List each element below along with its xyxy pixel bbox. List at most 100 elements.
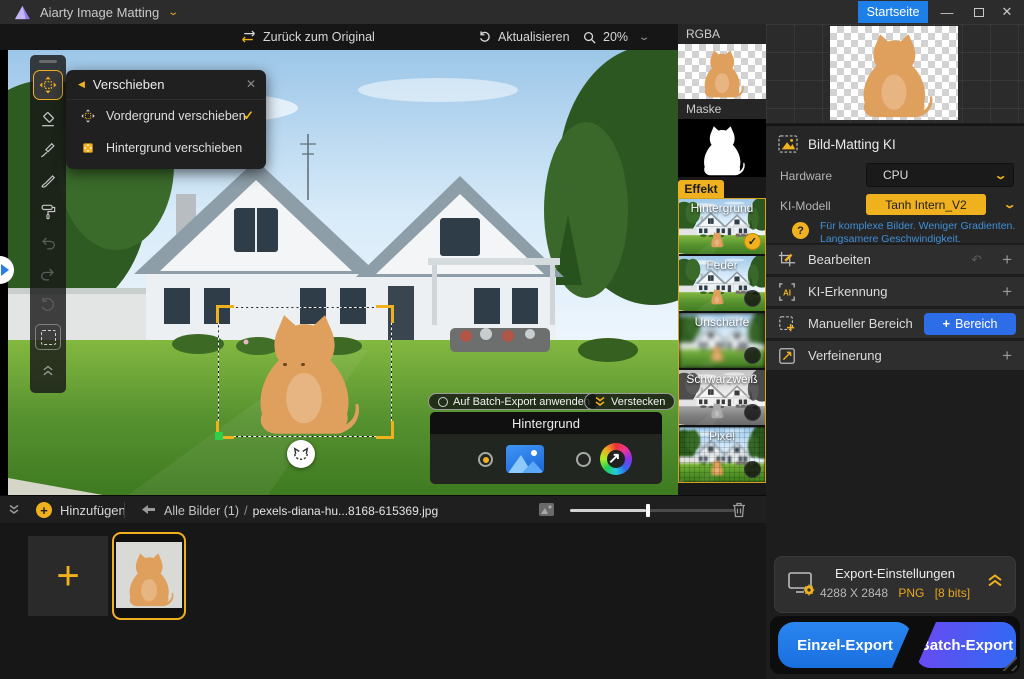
effect-tab[interactable]: Effekt (678, 180, 724, 198)
undo-icon[interactable]: ↶ (971, 252, 982, 268)
expand-plus-icon[interactable]: + (1002, 282, 1012, 302)
effect-select-circle[interactable] (744, 404, 761, 421)
minimize-button[interactable]: — (932, 0, 962, 24)
cat-eye (301, 363, 305, 366)
chevron-down-icon: ⌄ (993, 169, 1007, 182)
maximize-icon (974, 8, 984, 17)
matting-icon (778, 135, 798, 153)
selection-corner[interactable] (376, 305, 394, 323)
bereich-button[interactable]: + Bereich (924, 313, 1016, 335)
rgba-label: RGBA (678, 24, 766, 44)
toolbar-grip[interactable] (39, 60, 57, 63)
slider-thumb[interactable] (646, 504, 650, 517)
expand-plus-icon[interactable]: + (1002, 346, 1012, 366)
close-button[interactable]: ✕ (992, 0, 1022, 24)
svg-text:AI: AI (783, 288, 791, 297)
breadcrumb-all-images[interactable]: Alle Bilder (1) (164, 504, 239, 518)
matting-title: Bild-Matting KI (808, 137, 896, 152)
export-settings-summary: 4288 X 2848 PNG [8 bits] (775, 586, 1015, 600)
color-background-radio[interactable] (576, 452, 591, 467)
breadcrumb: Alle Bilder (1) / pexels-diana-hu...8168… (164, 503, 438, 518)
double-chevron-down-icon (594, 396, 606, 407)
canvas-area: Zurück zum Original Aktualisieren 20% ⌄ (0, 24, 678, 495)
app-window: Aiarty Image Matting ⌄ Startseite — ✕ Zu… (0, 0, 1024, 679)
refresh-button[interactable]: Aktualisieren (478, 24, 570, 50)
home-button[interactable]: Startseite (858, 1, 928, 23)
eraser-tool-button[interactable] (36, 107, 60, 131)
result-preview-image[interactable] (830, 26, 958, 120)
subject-toggle-button[interactable] (287, 440, 315, 468)
crop-edit-icon (778, 251, 796, 269)
close-icon[interactable]: ✕ (246, 77, 256, 91)
marquee-tool-button[interactable] (35, 324, 61, 350)
collapse-toolbar-button[interactable] (36, 357, 60, 381)
export-settings-card[interactable]: Export-Einstellungen 4288 X 2848 PNG [8 … (774, 556, 1016, 613)
help-icon[interactable]: ? (792, 222, 809, 239)
hide-panel-button[interactable]: Verstecken (584, 393, 675, 410)
double-chevron-up-icon[interactable] (987, 573, 1003, 587)
effect-selected-check[interactable]: ✓ (744, 233, 761, 250)
tool-palette (30, 55, 66, 393)
selection-corner[interactable] (376, 421, 394, 439)
move-foreground-item[interactable]: Vordergrund verschieben ✓ (66, 100, 266, 132)
chevron-down-icon[interactable]: ⌄ (168, 7, 180, 18)
image-background-icon[interactable] (506, 445, 544, 473)
export-bit-depth: [8 bits] (935, 586, 970, 600)
move-background-item[interactable]: Hintergrund verschieben (66, 132, 266, 164)
effect-select-circle[interactable] (744, 290, 761, 307)
apply-batch-export-button[interactable]: Auf Batch-Export anwenden (428, 393, 600, 410)
selection-box[interactable] (218, 307, 392, 437)
app-logo-icon (14, 5, 31, 20)
hardware-select[interactable]: CPU ⌄ (866, 163, 1014, 187)
check-icon: ✓ (243, 108, 254, 124)
hardware-label: Hardware (780, 169, 832, 183)
maximize-button[interactable] (964, 0, 994, 24)
roller-tool-button[interactable] (36, 200, 60, 224)
effect-item-hintergrund[interactable]: Hintergrund ✓ (679, 199, 765, 254)
mask-thumbnail[interactable] (678, 119, 766, 177)
model-select[interactable]: Tanh Intern_V2 (866, 194, 986, 215)
chevron-down-icon[interactable]: ⌄ (638, 32, 651, 43)
redo-button[interactable] (36, 262, 60, 286)
add-image-button[interactable]: + Hinzufügen (36, 502, 126, 518)
effect-select-circle[interactable] (744, 461, 761, 478)
effect-item-feder[interactable]: Feder (679, 256, 765, 311)
effect-item-unschaerfe[interactable]: Unschärfe (679, 313, 765, 368)
thumbnail-size-icon (538, 502, 555, 517)
move-tool-button[interactable] (33, 70, 63, 100)
export-settings-title: Export-Einstellungen (775, 566, 1015, 581)
back-to-original-button[interactable]: Zurück zum Original (240, 24, 375, 50)
cat-eye (283, 363, 287, 366)
add-image-tile[interactable]: + (28, 536, 108, 616)
collapse-filmstrip-button[interactable] (8, 504, 20, 515)
popup-title: Verschieben (93, 77, 165, 92)
section-manueller-bereich[interactable]: Manueller Bereich + Bereich (766, 309, 1024, 338)
selection-anchor-dot[interactable] (215, 432, 223, 440)
selection-corner[interactable] (216, 305, 234, 323)
brush-tool-button[interactable] (36, 169, 60, 193)
image-background-radio[interactable] (478, 452, 493, 467)
pen-tool-button[interactable] (36, 138, 60, 162)
single-export-button[interactable]: Einzel-Export (778, 622, 912, 668)
back-button[interactable] (142, 504, 155, 515)
effect-item-pixel[interactable]: Pixel (679, 427, 765, 482)
model-hint-line2: Langsamere Geschwindigkeit. (820, 233, 961, 245)
section-bearbeiten[interactable]: Bearbeiten ↶ + (766, 245, 1024, 274)
rgba-thumbnail[interactable] (678, 44, 766, 99)
move-tool-popup: ◀ Verschieben ✕ Vordergrund verschieben … (66, 70, 266, 169)
color-picker-icon[interactable]: ↗ (600, 443, 632, 475)
effect-select-circle[interactable] (744, 347, 761, 364)
section-ki-erkennung[interactable]: AI KI-Erkennung + (766, 277, 1024, 306)
eraser-icon (38, 109, 58, 129)
batch-export-button[interactable]: Batch-Export (916, 622, 1016, 668)
expand-plus-icon[interactable]: + (1002, 250, 1012, 270)
reset-history-button[interactable] (36, 293, 60, 317)
undo-button[interactable] (36, 231, 60, 255)
chevron-down-icon[interactable]: ⌄ (1002, 198, 1016, 211)
image-thumbnail-selected[interactable] (112, 532, 186, 620)
thumbnail-zoom-slider[interactable] (570, 509, 735, 512)
delete-button[interactable] (732, 502, 746, 518)
effect-item-schwarzweiss[interactable]: Schwarzweiß (679, 370, 765, 425)
section-verfeinerung[interactable]: Verfeinerung + (766, 341, 1024, 370)
zoom-control[interactable]: 20% ⌄ (582, 24, 648, 50)
